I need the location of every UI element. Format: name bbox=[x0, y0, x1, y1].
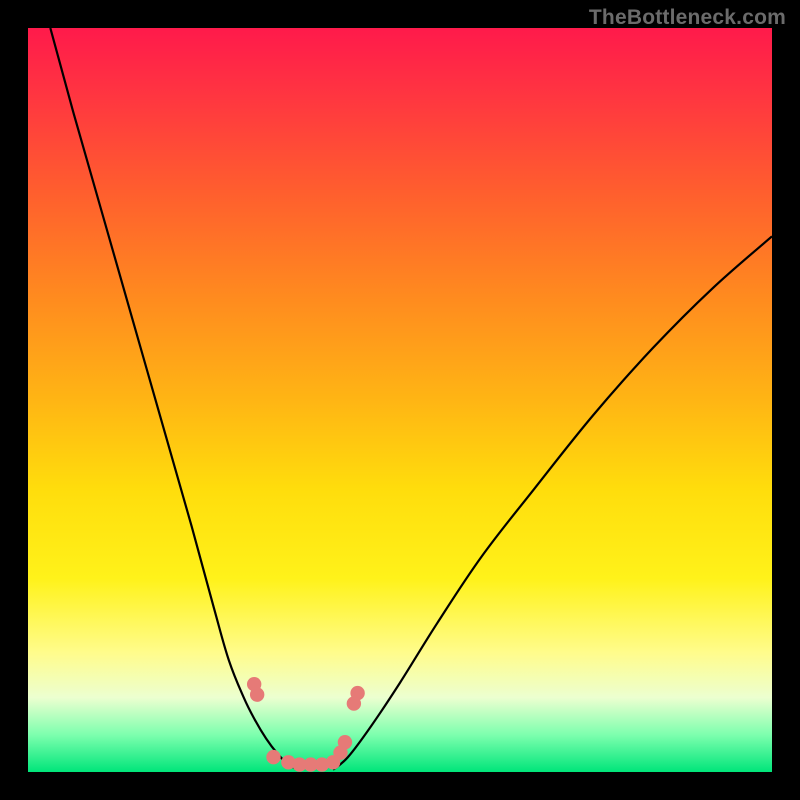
chart-svg bbox=[28, 28, 772, 772]
marker-point bbox=[338, 735, 352, 749]
marker-point bbox=[350, 686, 364, 700]
marker-point bbox=[266, 750, 280, 764]
chart-plot-area bbox=[28, 28, 772, 772]
right-curve bbox=[333, 236, 772, 769]
marker-point bbox=[250, 687, 264, 701]
chart-stage: TheBottleneck.com bbox=[0, 0, 800, 800]
left-curve bbox=[50, 28, 299, 770]
watermark-brand: TheBottleneck.com bbox=[589, 6, 786, 30]
